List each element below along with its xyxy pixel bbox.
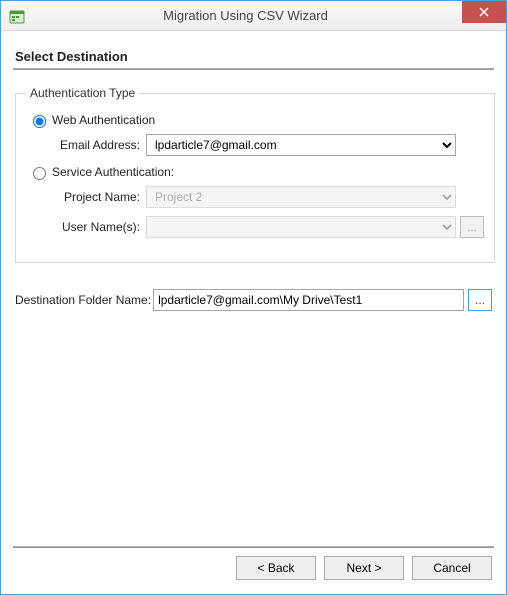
destination-row: Destination Folder Name: ... xyxy=(15,289,492,311)
heading-rule xyxy=(13,68,494,70)
project-row: Project Name: Project 2 xyxy=(26,186,484,208)
page-heading: Select Destination xyxy=(15,49,492,64)
user-label: User Name(s): xyxy=(26,220,146,234)
destination-input[interactable] xyxy=(153,289,464,311)
email-select[interactable]: lpdarticle7@gmail.com xyxy=(146,134,456,156)
wizard-buttons: < Back Next > Cancel xyxy=(13,556,494,584)
titlebar: Migration Using CSV Wizard xyxy=(1,1,506,31)
project-label: Project Name: xyxy=(26,190,146,204)
wizard-body: Select Destination Authentication Type W… xyxy=(1,31,506,594)
service-auth-radio[interactable] xyxy=(33,167,46,180)
window-title: Migration Using CSV Wizard xyxy=(25,8,506,23)
web-auth-radio[interactable] xyxy=(33,115,46,128)
next-button[interactable]: Next > xyxy=(324,556,404,580)
auth-type-group: Authentication Type Web Authentication E… xyxy=(15,86,495,263)
destination-browse-button[interactable]: ... xyxy=(468,289,492,311)
email-label: Email Address: xyxy=(26,138,146,152)
web-auth-row: Web Authentication xyxy=(28,112,484,128)
web-auth-label: Web Authentication xyxy=(52,113,155,127)
auth-type-legend: Authentication Type xyxy=(26,86,139,100)
service-auth-row: Service Authentication: xyxy=(28,164,484,180)
user-browse-button: ... xyxy=(460,216,484,238)
cancel-button[interactable]: Cancel xyxy=(412,556,492,580)
email-row: Email Address: lpdarticle7@gmail.com xyxy=(26,134,484,156)
user-select xyxy=(146,216,456,238)
service-auth-label: Service Authentication: xyxy=(52,165,174,179)
footer-rule xyxy=(13,546,494,548)
wizard-window: Migration Using CSV Wizard Select Destin… xyxy=(0,0,507,595)
close-button[interactable] xyxy=(462,1,506,23)
back-button[interactable]: < Back xyxy=(236,556,316,580)
spacer xyxy=(13,311,494,538)
project-select: Project 2 xyxy=(146,186,456,208)
app-icon xyxy=(9,8,25,24)
destination-label: Destination Folder Name: xyxy=(15,293,153,307)
user-row: User Name(s): ... xyxy=(26,216,484,238)
